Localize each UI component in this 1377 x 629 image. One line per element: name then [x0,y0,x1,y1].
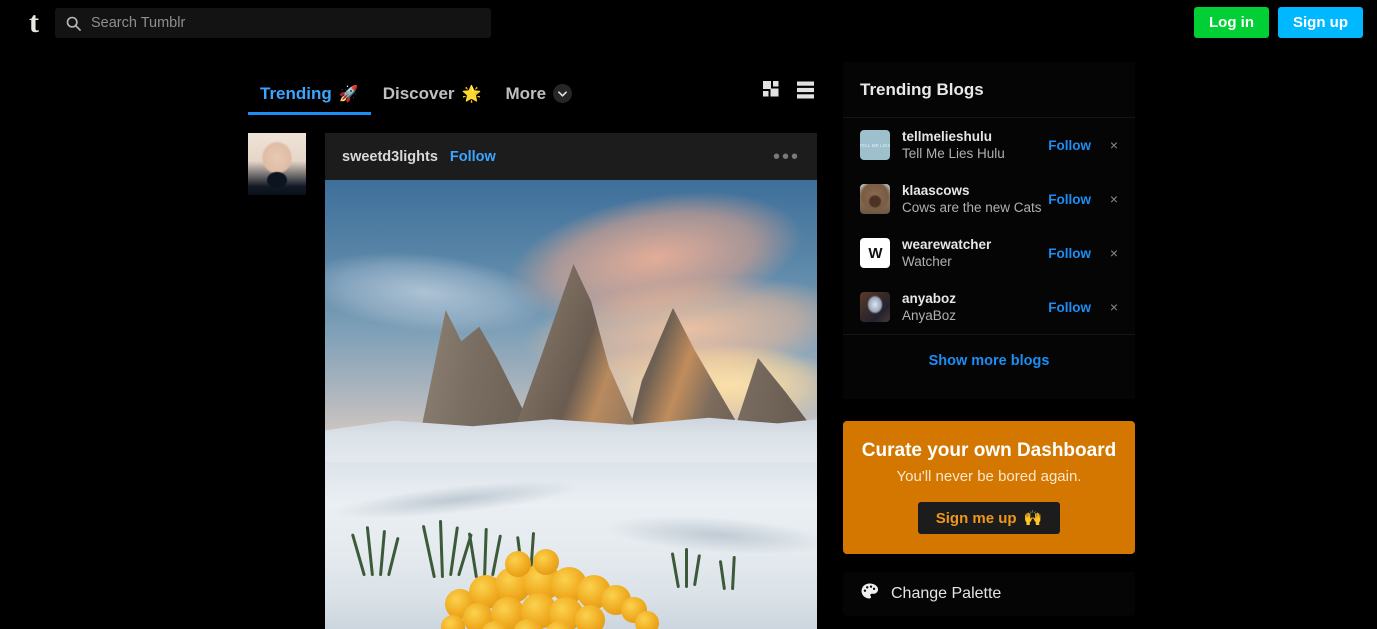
search-box[interactable] [55,8,491,38]
rocket-icon: 🚀 [338,85,359,103]
trending-blog-row[interactable]: anyaboz AnyaBoz Follow × [843,280,1135,334]
tab-more[interactable]: More [493,72,584,115]
curate-title: Curate your own Dashboard [861,440,1117,461]
curate-dashboard-card: Curate your own Dashboard You'll never b… [843,421,1135,554]
topbar-actions: Log in Sign up [1194,7,1363,38]
post-username[interactable]: sweetd3lights [342,149,438,165]
raised-hands-icon: 🙌 [1023,510,1043,527]
post-photo[interactable] [325,180,817,629]
blog-meta: tellmelieshulu Tell Me Lies Hulu [902,128,1048,163]
trending-blog-row[interactable]: W wearewatcher Watcher Follow × [843,226,1135,280]
list-view-icon[interactable] [796,80,816,100]
avatar-image [248,133,306,195]
tab-trending-label: Trending [260,83,332,103]
sign-me-up-label: Sign me up [935,509,1017,527]
blog-avatar[interactable]: TELL ME LIES [860,130,890,160]
blog-meta: anyaboz AnyaBoz [902,290,1048,325]
blog-dismiss-icon[interactable]: × [1107,245,1121,261]
blog-name[interactable]: tellmelieshulu [902,128,1048,145]
blog-avatar[interactable]: W [860,238,890,268]
photo-flower [505,551,531,577]
palette-icon [860,582,879,606]
photo-flowers [435,523,705,629]
photo-flower [575,605,605,629]
feed-tabs: Trending 🚀 Discover 🌟 More [248,72,823,115]
tab-discover[interactable]: Discover 🌟 [371,72,494,115]
blog-description: Watcher [902,253,952,269]
top-bar: t Log in Sign up [0,0,1377,45]
chevron-down-icon [553,84,573,103]
blog-meta: klaascows Cows are the new Cats [902,182,1048,217]
blog-avatar[interactable] [860,184,890,214]
tab-trending[interactable]: Trending 🚀 [248,72,371,115]
blog-dismiss-icon[interactable]: × [1107,299,1121,315]
show-more-blogs-button[interactable]: Show more blogs [843,334,1135,386]
sign-me-up-button[interactable]: Sign me up 🙌 [917,502,1061,534]
grid-view-icon[interactable] [762,80,782,100]
blog-name[interactable]: anyaboz [902,290,1048,307]
search-input[interactable] [91,15,491,31]
blog-name[interactable]: wearewatcher [902,236,1048,253]
tab-more-label: More [505,83,547,103]
blog-follow-button[interactable]: Follow [1048,138,1091,153]
signup-button[interactable]: Sign up [1278,7,1363,38]
blog-name[interactable]: klaascows [902,182,1048,199]
change-palette-row[interactable]: Change Palette [843,572,1135,616]
blog-avatar-text: W [868,244,882,262]
post-header: sweetd3lights Follow ••• [325,133,817,180]
tab-discover-label: Discover [382,83,455,103]
search-icon [66,16,81,31]
change-palette-label: Change Palette [891,585,1002,602]
blog-dismiss-icon[interactable]: × [1107,191,1121,207]
login-button[interactable]: Log in [1194,7,1269,38]
curate-subtitle: You'll never be bored again. [896,468,1082,485]
blog-description: Cows are the new Cats [902,199,1042,215]
post-author-avatar[interactable] [248,133,306,195]
trending-blogs-title: Trending Blogs [843,62,1135,118]
sparkle-icon: 🌟 [461,85,482,103]
post-more-menu-icon[interactable]: ••• [773,147,800,167]
blog-description: AnyaBoz [902,307,957,323]
blog-follow-button[interactable]: Follow [1048,300,1091,315]
trending-blog-row[interactable]: TELL ME LIES tellmelieshulu Tell Me Lies… [843,118,1135,172]
tumblr-logo-icon[interactable]: t [14,7,54,38]
blog-dismiss-icon[interactable]: × [1107,137,1121,153]
trending-blog-row[interactable]: klaascows Cows are the new Cats Follow × [843,172,1135,226]
view-toggle [762,80,816,100]
post-card: sweetd3lights Follow ••• [325,133,817,629]
blog-meta: wearewatcher Watcher [902,236,1048,271]
photo-flower [533,549,559,575]
trending-blogs-panel: Trending Blogs TELL ME LIES tellmelieshu… [843,62,1135,399]
blog-avatar-text: TELL ME LIES [860,142,890,148]
post-follow-button[interactable]: Follow [450,149,496,165]
blog-avatar[interactable] [860,292,890,322]
blog-follow-button[interactable]: Follow [1048,246,1091,261]
photo-flower [635,611,659,629]
blog-follow-button[interactable]: Follow [1048,192,1091,207]
blog-description: Tell Me Lies Hulu [902,145,1005,161]
